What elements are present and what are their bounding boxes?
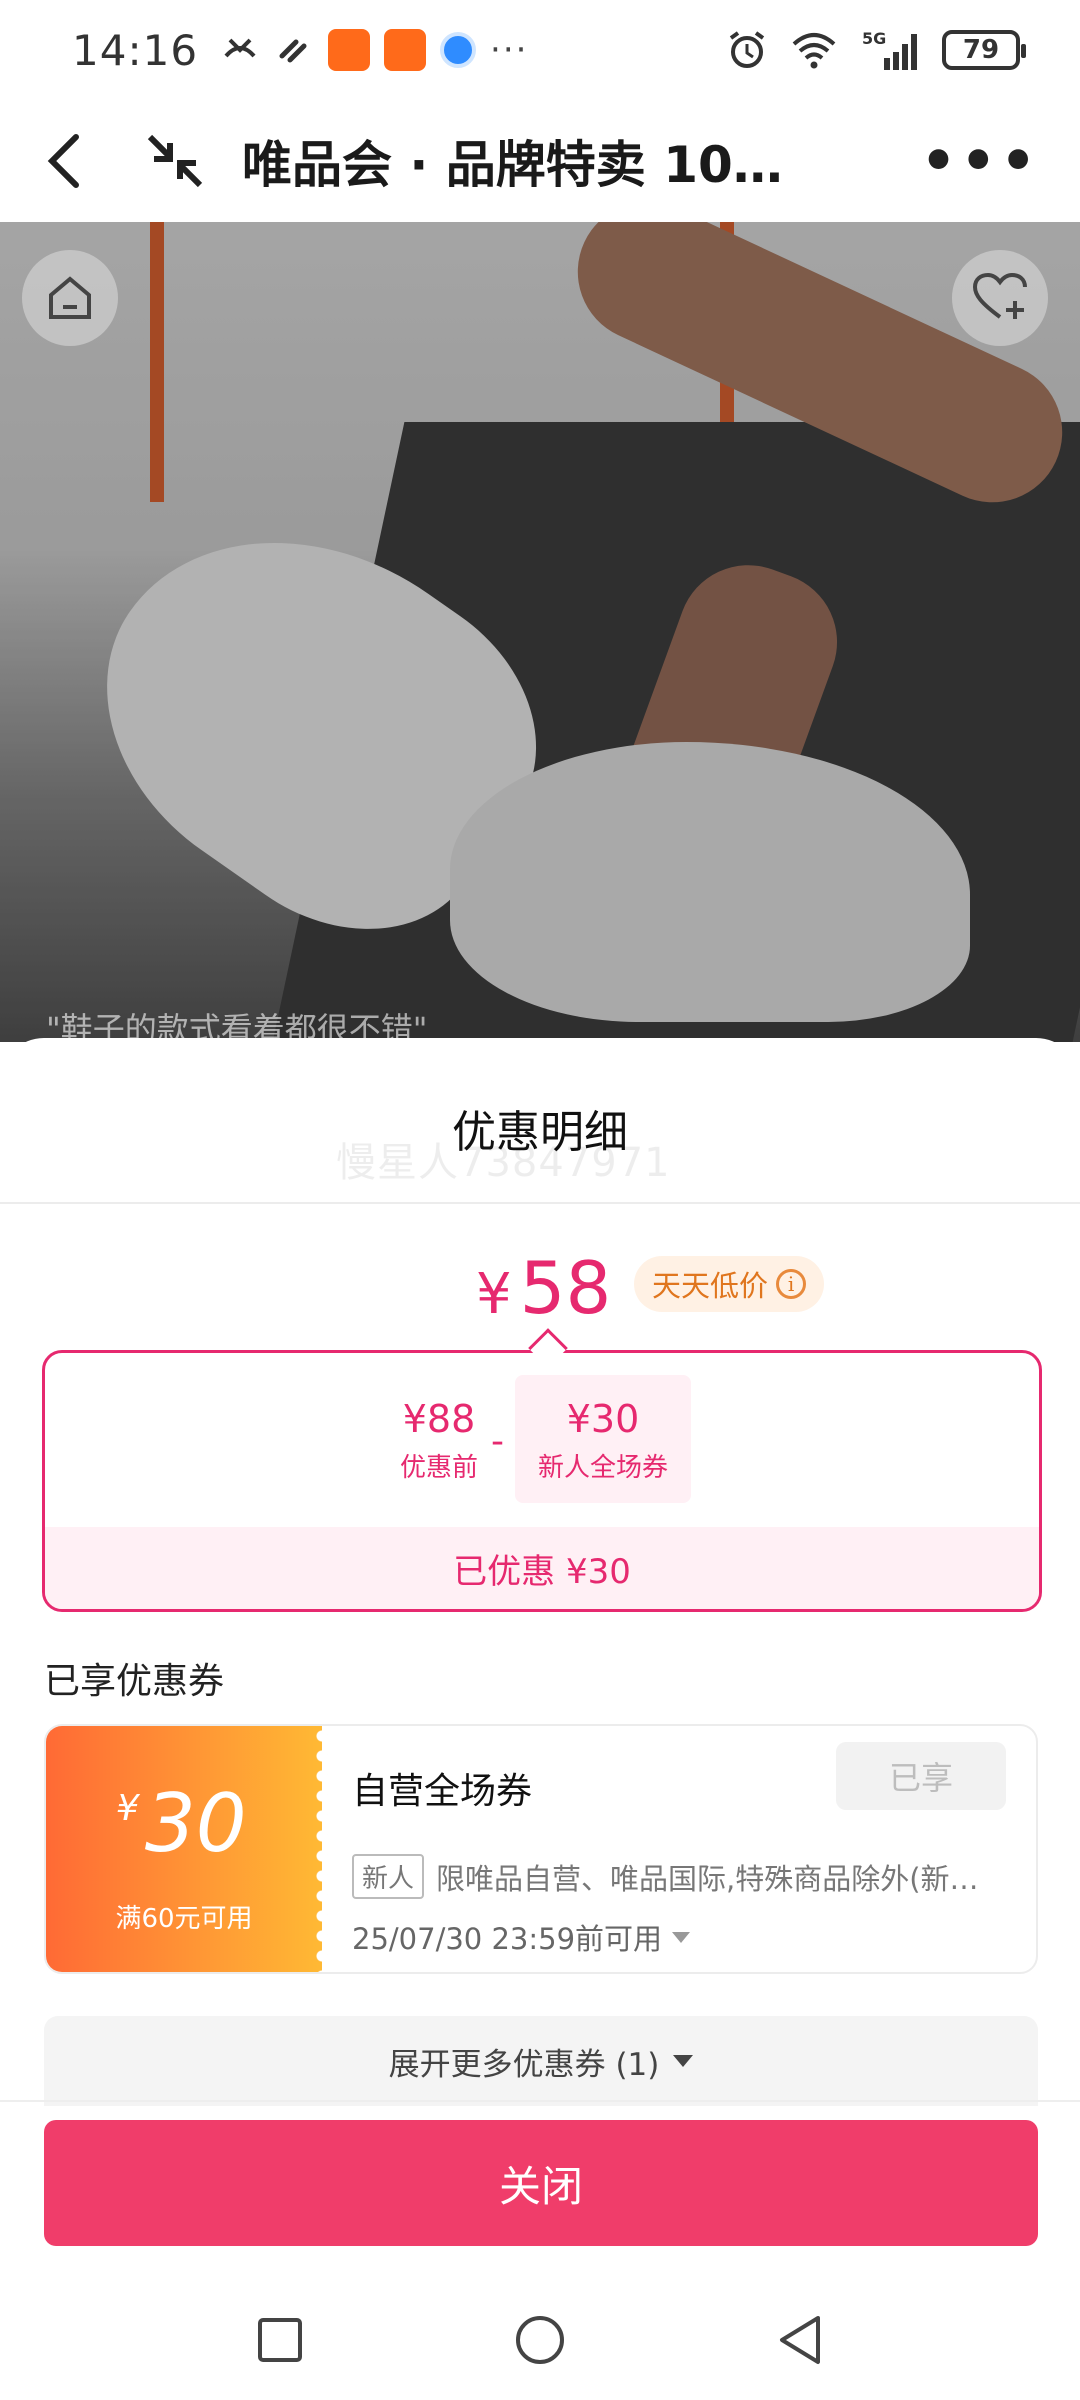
final-price-amount: 58 (519, 1246, 612, 1330)
page-title: 唯品会 · 品牌特卖 10… (242, 136, 783, 194)
recent-apps-icon[interactable] (256, 2316, 304, 2364)
daily-low-price-badge[interactable]: 天天低价 i (634, 1256, 825, 1312)
cellular-signal-icon: 5G (862, 29, 917, 70)
status-bar: 14:16 ··· 5G 79 (0, 0, 1080, 100)
coupon-condition: 满60元可用 (115, 1904, 253, 1934)
divider (0, 2100, 1080, 2102)
coupon-discount: ¥30 新人全场券 (515, 1397, 691, 1484)
new-user-tag: 新人 (352, 1854, 425, 1899)
kuaishou-app-icon (328, 29, 371, 71)
more-notifications-icon: ··· (490, 30, 529, 70)
user-watermark: 慢星人73847971 (336, 1140, 671, 1186)
back-arrow-icon[interactable] (40, 129, 92, 193)
heart-add-icon (972, 272, 1027, 319)
missed-call-icon (224, 38, 256, 58)
status-time: 14:16 (72, 25, 199, 75)
coupon-expiry[interactable]: 25/07/30 23:59前可用 (352, 1916, 691, 1958)
minimize-icon[interactable] (142, 129, 208, 193)
home-nav-icon[interactable] (514, 2314, 566, 2366)
chevron-down-icon (672, 1931, 691, 1943)
home-button[interactable] (22, 250, 118, 346)
wifi-icon (792, 33, 836, 69)
original-price-label: 优惠前 (399, 1453, 478, 1483)
coupon-currency: ¥ (116, 1788, 139, 1829)
coupon-value-panel: ¥ 30 满60元可用 (46, 1726, 329, 1972)
link-icon (279, 39, 307, 63)
close-button[interactable]: 关闭 (44, 2120, 1038, 2246)
svg-text:5G: 5G (862, 29, 886, 48)
coupon-discount-label: 新人全场券 (537, 1453, 668, 1483)
daily-low-price-label: 天天低价 (652, 1269, 769, 1303)
used-coupons-heading: 已享优惠券 (44, 1661, 225, 1702)
currency-symbol: ¥ (476, 1262, 512, 1327)
product-image: "鞋子的款式看着都很不错" (0, 222, 1080, 1042)
chevron-down-icon (673, 2055, 694, 2067)
price-breakdown: ¥88 优惠前 - ¥30 新人全场券 已优惠 ¥30 (42, 1350, 1042, 1612)
coupon-description: 限唯品自营、唯品国际,特殊商品除外(新… (436, 1861, 979, 1896)
coupon-amount-value: 30 (144, 1777, 247, 1870)
app-notification-icon (440, 32, 477, 68)
kuaishou-app-icon-2 (384, 29, 427, 71)
notification-icons: ··· (220, 29, 528, 71)
coupon-name: 自营全场券 (352, 1771, 533, 1812)
expand-more-coupons-label: 展开更多优惠券 (1) (388, 2046, 660, 2083)
coupon-expiry-text: 25/07/30 23:59前可用 (352, 1922, 663, 1956)
review-caption: "鞋子的款式看着都很不错" (46, 1010, 428, 1042)
favorite-button[interactable] (952, 250, 1048, 346)
battery-icon: 79 (942, 30, 1026, 70)
system-status-icons: 5G 79 (726, 28, 1026, 72)
original-price-value: ¥88 (402, 1397, 476, 1441)
divider (0, 1202, 1080, 1204)
expand-more-coupons-button[interactable]: 展开更多优惠券 (1) (44, 2016, 1038, 2106)
info-icon: i (776, 1269, 807, 1299)
title-bar: 唯品会 · 品牌特卖 10… ••• (0, 100, 1080, 222)
coupon-amount: ¥ 30 (116, 1784, 247, 1864)
minus-sign: - (491, 1421, 504, 1462)
alarm-icon (729, 31, 765, 68)
more-options-button[interactable]: ••• (921, 129, 1040, 194)
coupon-description-row: 新人 限唯品自营、唯品国际,特殊商品除外(新… (352, 1854, 1012, 1899)
final-price: ¥ 58 (476, 1246, 611, 1330)
total-saved: 已优惠 ¥30 (45, 1527, 1039, 1609)
coupon-discount-value: ¥30 (566, 1397, 640, 1441)
navigation-bar (0, 2280, 1080, 2400)
home-icon (49, 276, 91, 319)
original-price: ¥88 优惠前 (379, 1397, 499, 1484)
back-nav-icon[interactable] (776, 2314, 824, 2366)
coupon-card: ¥ 30 满60元可用 自营全场券 已享 新人 限唯品自营、唯品国际,特殊商品除… (44, 1724, 1038, 1974)
coupon-status-button[interactable]: 已享 (836, 1742, 1006, 1810)
discount-detail-sheet: 优惠明细 慢星人73847971 ¥ 58 天天低价 i ¥88 优惠前 - ¥… (0, 1038, 1080, 2400)
